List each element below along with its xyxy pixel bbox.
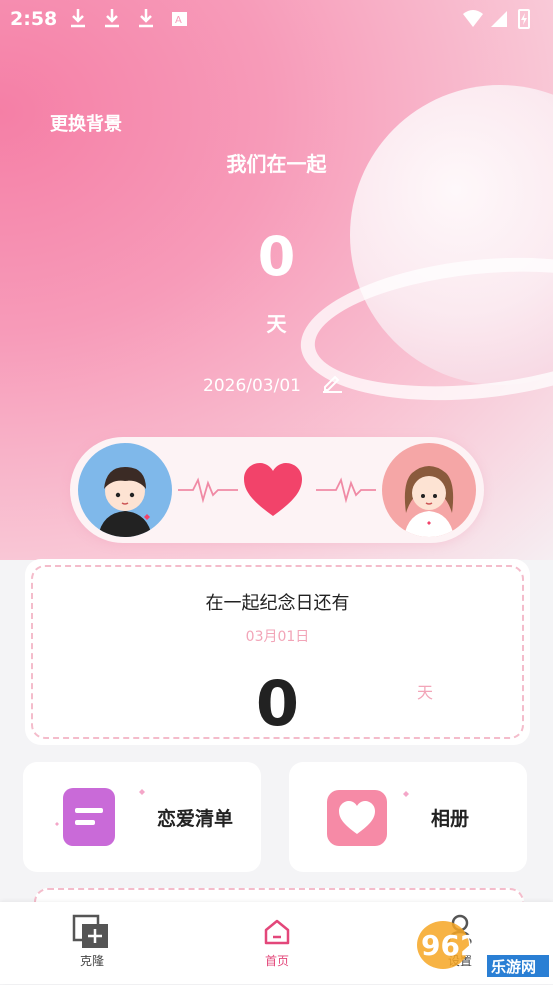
change-background-button[interactable]: 更换背景: [50, 110, 122, 136]
download-icon: [71, 9, 85, 28]
album-label: 相册: [431, 808, 470, 830]
tab-clone[interactable]: 克隆: [32, 902, 152, 984]
edit-icon[interactable]: [320, 370, 344, 394]
girl-avatar-illustration: [404, 466, 454, 537]
days-unit-label: 天: [266, 312, 287, 336]
signal-icon: [491, 11, 507, 27]
home-icon: [264, 919, 290, 945]
anniversary-days-unit: 天: [417, 683, 434, 702]
anniversary-card[interactable]: 在一起纪念日还有 03月01日 0 天: [25, 559, 530, 745]
heart-icon: [244, 463, 302, 516]
album-tile[interactable]: 相册: [289, 762, 527, 872]
svg-text:A: A: [175, 15, 182, 26]
tab-home[interactable]: 首页: [217, 902, 337, 984]
status-right-icons: [463, 9, 530, 29]
keyboard-icon: A: [172, 12, 187, 26]
heartbeat-line-right: [316, 477, 376, 504]
love-list-label: 恋爱清单: [157, 808, 234, 830]
tab-clone-label: 克隆: [79, 954, 104, 968]
together-label: 我们在一起: [226, 152, 327, 176]
boy-avatar[interactable]: [78, 443, 172, 537]
heartbeat-line-left: [178, 477, 238, 504]
days-together-count: 0: [257, 225, 296, 288]
clone-icon: [72, 914, 108, 948]
anniversary-date: 03月01日: [245, 629, 310, 645]
start-date: 2026/03/01: [203, 376, 301, 396]
watermark-logo: 962.NET 乐游网: [413, 915, 553, 981]
watermark-graphic: 962.NET 乐游网: [417, 921, 552, 977]
status-bar: 2:58 A: [0, 0, 553, 38]
anniversary-title: 在一起纪念日还有: [205, 593, 350, 614]
couple-card: [70, 437, 484, 543]
boy-avatar-illustration: [98, 467, 152, 537]
girl-avatar[interactable]: [382, 443, 476, 537]
love-list-tile[interactable]: 恋爱清单: [23, 762, 261, 872]
anniversary-days-count: 0: [255, 667, 300, 740]
heart-photo-icon: [327, 790, 409, 846]
status-time: 2:58: [10, 8, 58, 30]
list-icon: [55, 788, 145, 846]
download-icon: [105, 9, 119, 28]
tab-home-label: 首页: [264, 954, 289, 968]
watermark-site: 乐游网: [491, 958, 536, 976]
download-icon: [139, 9, 153, 28]
wifi-icon: [463, 10, 483, 27]
